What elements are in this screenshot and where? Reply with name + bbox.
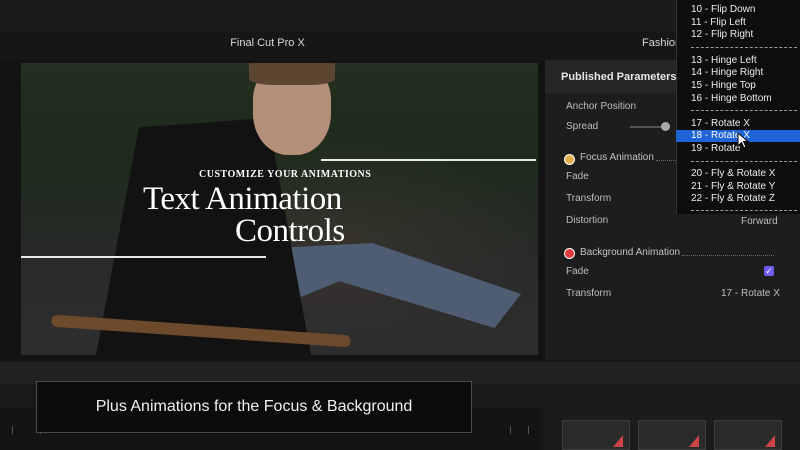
- dropdown-item[interactable]: 12 - Flip Right: [676, 29, 800, 41]
- anchor-position-label: Anchor Position: [566, 101, 637, 112]
- caption-text: Plus Animations for the Focus & Backgrou…: [95, 398, 413, 415]
- effect-thumbnail[interactable]: [638, 420, 706, 450]
- dropdown-separator: [691, 161, 797, 162]
- focus-distortion-label: Distortion: [566, 215, 609, 226]
- published-parameters-title: Published Parameters: [561, 71, 677, 83]
- background-section-divider: [682, 255, 774, 256]
- ruler-tick: [12, 426, 13, 434]
- dropdown-item[interactable]: 15 - Hinge Top: [676, 80, 800, 92]
- video-viewer[interactable]: CUSTOMIZE YOUR ANIMATIONS Text Animation…: [21, 63, 538, 355]
- spread-label: Spread: [566, 121, 599, 132]
- spread-slider-handle[interactable]: [661, 122, 670, 131]
- dropdown-item[interactable]: 10 - Flip Down: [676, 4, 800, 16]
- effect-thumbnail[interactable]: [714, 420, 782, 450]
- focus-section-divider: [656, 160, 676, 161]
- dropdown-item[interactable]: 20 - Fly & Rotate X: [676, 168, 800, 180]
- title-rule-top: [321, 159, 536, 161]
- scene-hair: [249, 63, 335, 85]
- arrow-cursor-icon: [737, 132, 750, 149]
- background-fade-checkbox[interactable]: ✓: [764, 266, 774, 276]
- dropdown-separator: [691, 110, 797, 111]
- ruler-tick: [510, 426, 511, 434]
- dropdown-separator: [691, 47, 797, 48]
- dropdown-separator: [691, 210, 797, 211]
- focus-distortion-value[interactable]: Forward: [741, 216, 778, 227]
- effect-badge-icon: [689, 435, 699, 447]
- focus-animation-label: Focus Animation: [580, 152, 654, 163]
- focus-fade-label: Fade: [566, 171, 589, 182]
- animation-kicker: CUSTOMIZE YOUR ANIMATIONS: [199, 169, 372, 180]
- check-icon: ✓: [765, 266, 773, 276]
- background-animation-icon: [564, 248, 575, 259]
- background-transform-label: Transform: [566, 288, 612, 299]
- background-animation-label: Background Animation: [580, 247, 681, 258]
- ruler-tick: [528, 426, 529, 434]
- app-title: Final Cut Pro X: [230, 37, 305, 49]
- focus-animation-icon: [564, 154, 575, 165]
- effect-badge-icon: [765, 435, 775, 447]
- background-transform-value[interactable]: 17 - Rotate X: [721, 288, 780, 299]
- dropdown-item[interactable]: 13 - Hinge Left: [676, 55, 800, 67]
- dropdown-item[interactable]: 11 - Flip Left: [676, 17, 800, 29]
- dropdown-item[interactable]: 22 - Fly & Rotate Z: [676, 193, 800, 205]
- dropdown-item[interactable]: 17 - Rotate X: [676, 118, 800, 130]
- background-fade-label: Fade: [566, 266, 589, 277]
- animation-title-line2: Controls: [235, 213, 345, 249]
- title-rule-bottom: [21, 256, 266, 258]
- effect-badge-icon: [613, 435, 623, 447]
- focus-transform-label: Transform: [566, 193, 612, 204]
- effect-thumbnail[interactable]: [562, 420, 630, 450]
- dropdown-item[interactable]: 14 - Hinge Right: [676, 67, 800, 79]
- dropdown-item[interactable]: 21 - Fly & Rotate Y: [676, 181, 800, 193]
- dropdown-item[interactable]: 16 - Hinge Bottom: [676, 93, 800, 105]
